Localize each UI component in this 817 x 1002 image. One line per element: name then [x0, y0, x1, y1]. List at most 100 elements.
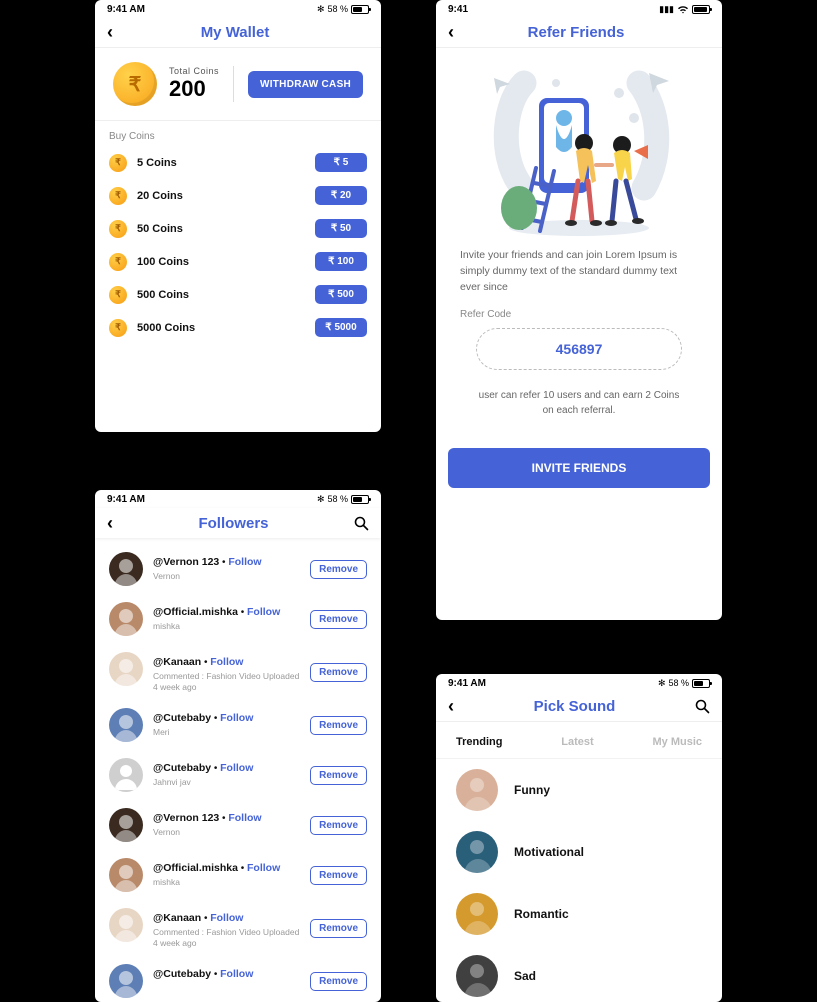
remove-button[interactable]: Remove	[310, 716, 367, 735]
avatar[interactable]	[109, 758, 143, 792]
follower-row: @Vernon 123 • FollowVernonRemove	[95, 544, 381, 594]
withdraw-button[interactable]: WITHDRAW CASH	[248, 71, 363, 98]
refer-description: Invite your friends and can join Lorem I…	[436, 248, 722, 309]
sound-thumbnail	[456, 955, 498, 997]
coin-package-row: ₹500 Coins₹ 500	[95, 278, 381, 311]
status-time: 9:41 AM	[107, 4, 145, 15]
follow-link[interactable]: Follow	[220, 968, 253, 980]
buy-button[interactable]: ₹ 5000	[315, 318, 367, 337]
nav-bar: ‹ Followers	[95, 508, 381, 538]
follow-link[interactable]: Follow	[220, 712, 253, 724]
tab-trending[interactable]: Trending	[456, 736, 502, 748]
sound-thumbnail	[456, 831, 498, 873]
nav-bar: ‹ My Wallet	[95, 18, 381, 48]
buy-button[interactable]: ₹ 20	[315, 186, 367, 205]
follower-meta-time: 4 week ago	[153, 938, 310, 948]
remove-button[interactable]: Remove	[310, 560, 367, 579]
buy-button[interactable]: ₹ 100	[315, 252, 367, 271]
follower-meta: Commented : Fashion Video Uploaded	[153, 671, 310, 681]
battery-text: 58 %	[327, 4, 348, 14]
follower-handle[interactable]: @Cutebaby	[153, 712, 211, 724]
coin-package-label: 500 Coins	[137, 289, 315, 301]
remove-button[interactable]: Remove	[310, 919, 367, 938]
follow-link[interactable]: Follow	[247, 606, 280, 618]
tab-latest[interactable]: Latest	[561, 736, 593, 748]
follower-name: Vernon	[153, 571, 310, 581]
bluetooth-icon: ✻	[658, 678, 666, 689]
remove-button[interactable]: Remove	[310, 816, 367, 835]
sound-thumbnail	[456, 893, 498, 935]
bluetooth-icon: ✻	[317, 494, 325, 505]
follower-row: @Official.mishka • FollowmishkaRemove	[95, 594, 381, 644]
search-icon[interactable]	[354, 516, 369, 531]
tab-my-music[interactable]: My Music	[652, 736, 702, 748]
follower-handle[interactable]: @Vernon 123	[153, 812, 219, 824]
sound-row[interactable]: Romantic	[436, 883, 722, 945]
follower-handle[interactable]: @Official.mishka	[153, 606, 238, 618]
invite-friends-button[interactable]: INVITE FRIENDS	[448, 448, 710, 488]
refer-screen: 9:41 ▮▮▮ ‹ Refer Friends	[436, 0, 722, 620]
follower-handle[interactable]: @Vernon 123	[153, 556, 219, 568]
sound-list: Funny Motivational Romantic Sad	[436, 759, 722, 1002]
avatar[interactable]	[109, 964, 143, 998]
wifi-icon	[677, 5, 689, 14]
avatar[interactable]	[109, 602, 143, 636]
follower-handle[interactable]: @Kanaan	[153, 656, 201, 668]
sound-thumbnail	[456, 769, 498, 811]
follower-name: Jahnvi jav	[153, 777, 310, 787]
total-coins-label: Total Coins	[169, 66, 219, 76]
remove-button[interactable]: Remove	[310, 972, 367, 991]
follower-handle[interactable]: @Official.mishka	[153, 862, 238, 874]
follower-row: @Cutebaby • FollowRemove	[95, 956, 381, 1002]
status-bar: 9:41 AM ✻ 58 %	[95, 490, 381, 508]
sound-name: Funny	[514, 783, 550, 797]
coin-package-label: 100 Coins	[137, 256, 315, 268]
wallet-screen: 9:41 AM ✻ 58 % ‹ My Wallet ₹ Total Coins…	[95, 0, 381, 432]
avatar[interactable]	[109, 708, 143, 742]
status-time: 9:41 AM	[448, 678, 486, 689]
follow-link[interactable]: Follow	[247, 862, 280, 874]
coin-small-icon: ₹	[109, 253, 127, 271]
battery-icon	[351, 5, 369, 14]
remove-button[interactable]: Remove	[310, 866, 367, 885]
coin-package-row: ₹20 Coins₹ 20	[95, 179, 381, 212]
follower-handle[interactable]: @Cutebaby	[153, 762, 211, 774]
follow-link[interactable]: Follow	[210, 912, 243, 924]
sound-name: Romantic	[514, 907, 569, 921]
buy-button[interactable]: ₹ 5	[315, 153, 367, 172]
avatar[interactable]	[109, 652, 143, 686]
sound-name: Motivational	[514, 845, 584, 859]
coin-package-row: ₹100 Coins₹ 100	[95, 245, 381, 278]
remove-button[interactable]: Remove	[310, 610, 367, 629]
follow-link[interactable]: Follow	[228, 812, 261, 824]
remove-button[interactable]: Remove	[310, 663, 367, 682]
avatar[interactable]	[109, 908, 143, 942]
buy-button[interactable]: ₹ 50	[315, 219, 367, 238]
sound-row[interactable]: Motivational	[436, 821, 722, 883]
battery-icon	[351, 495, 369, 504]
avatar[interactable]	[109, 552, 143, 586]
sound-tabs: Trending Latest My Music	[436, 722, 722, 759]
avatar[interactable]	[109, 858, 143, 892]
follow-link[interactable]: Follow	[210, 656, 243, 668]
sound-row[interactable]: Sad	[436, 945, 722, 1002]
remove-button[interactable]: Remove	[310, 766, 367, 785]
buy-coins-label: Buy Coins	[95, 121, 381, 146]
avatar[interactable]	[109, 808, 143, 842]
search-icon[interactable]	[695, 699, 710, 714]
follow-link[interactable]: Follow	[220, 762, 253, 774]
sound-row[interactable]: Funny	[436, 759, 722, 821]
page-title: Refer Friends	[454, 24, 698, 41]
coin-small-icon: ₹	[109, 187, 127, 205]
follow-link[interactable]: Follow	[228, 556, 261, 568]
buy-button[interactable]: ₹ 500	[315, 285, 367, 304]
follower-handle[interactable]: @Kanaan	[153, 912, 201, 924]
refer-code-box[interactable]: 456897	[476, 328, 682, 370]
follower-handle[interactable]: @Cutebaby	[153, 968, 211, 980]
nav-bar: ‹ Refer Friends	[436, 18, 722, 48]
page-title: My Wallet	[113, 24, 357, 41]
follower-row: @Official.mishka • FollowmishkaRemove	[95, 850, 381, 900]
battery-icon	[692, 679, 710, 688]
coin-package-row: ₹5000 Coins₹ 5000	[95, 311, 381, 344]
coin-package-label: 50 Coins	[137, 223, 315, 235]
